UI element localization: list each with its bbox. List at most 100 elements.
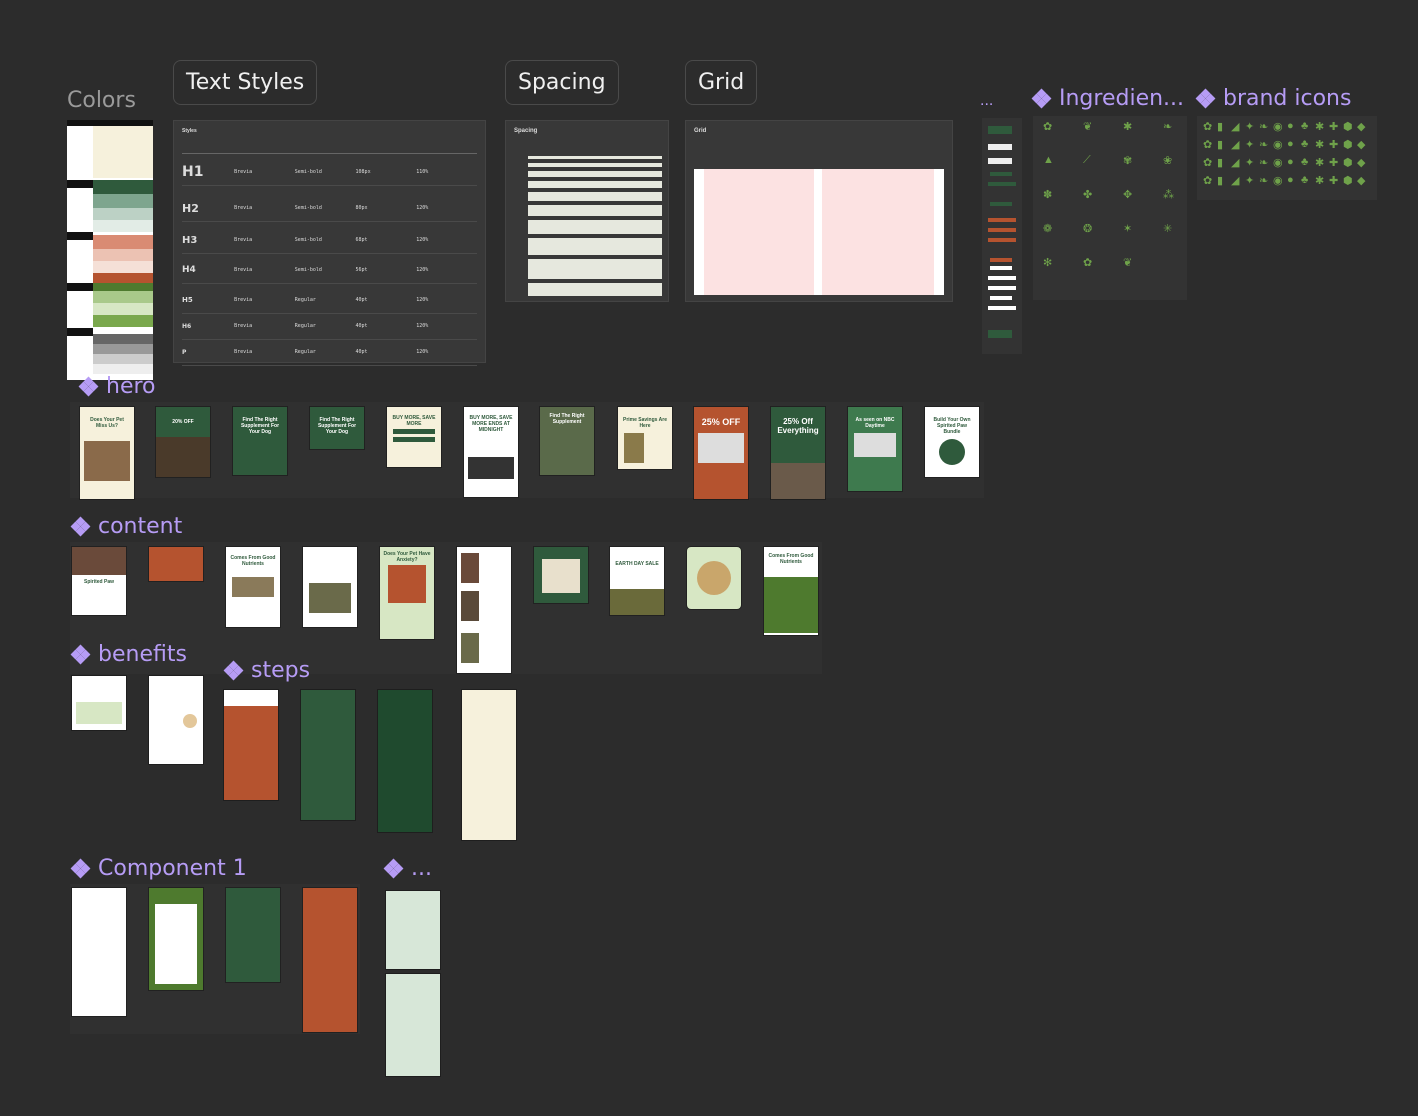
brand-icon[interactable]: ✚ <box>1329 120 1338 133</box>
brand-icons-label[interactable]: brand icons <box>1195 86 1351 111</box>
brand-icons-panel[interactable]: ✿ ▮ ◢ ✦ ❧ ◉ ● ♣ ✱ ✚ ⬢ ◆ ✿ ▮ ◢ ✦ ❧ ◉ ● ♣ ✱ ✚ ⬢ ◆ ✿ ▮ ◢ ✦ ❧ ◉ ● ♣ ✱ ✚ ⬢ ◆ ✿ ▮ ◢ ✦… <box>1197 116 1377 200</box>
brand-icon[interactable]: ⬢ <box>1343 120 1353 133</box>
more-top-strip[interactable] <box>982 118 1022 354</box>
ingredients-label[interactable]: Ingredien... <box>1031 86 1184 111</box>
component1-card[interactable] <box>72 888 126 1016</box>
ingredient-icon[interactable]: ❧ <box>1163 120 1172 133</box>
text-style-row[interactable]: H6 Brevia Regular 40pt 120% <box>182 313 477 340</box>
ingredient-icon[interactable]: ✳ <box>1163 222 1172 235</box>
hero-card[interactable]: As seen on NBC Daytime <box>848 407 902 491</box>
content-card[interactable] <box>303 547 357 627</box>
text-style-row[interactable]: H1 Brevia Semi-bold 108px 110% <box>182 159 477 186</box>
ingredient-icon[interactable]: ❦ <box>1123 256 1132 269</box>
spacing-button[interactable]: Spacing <box>505 60 619 105</box>
brand-icon[interactable]: ✦ <box>1245 120 1254 133</box>
brand-icon[interactable]: ♣ <box>1301 138 1308 150</box>
brand-icon[interactable]: ◉ <box>1273 174 1283 187</box>
brand-icon[interactable]: ◆ <box>1357 138 1365 151</box>
brand-icon[interactable]: ✱ <box>1315 156 1324 169</box>
text-styles-button[interactable]: Text Styles <box>173 60 318 105</box>
brand-icon[interactable]: ◢ <box>1231 138 1239 151</box>
more-card[interactable] <box>386 891 440 969</box>
text-style-row[interactable]: H5 Brevia Regular 40pt 120% <box>182 287 477 314</box>
hero-card[interactable]: Prime Savings Are Here <box>618 407 672 469</box>
ingredient-icon[interactable]: ⟋ <box>1083 154 1091 167</box>
content-card[interactable]: Comes From Good Nutrients <box>226 547 280 627</box>
ingredient-icon[interactable]: ❁ <box>1043 222 1052 235</box>
more-bottom-label[interactable]: ... <box>383 856 432 881</box>
ingredient-icon[interactable]: ✤ <box>1083 188 1092 201</box>
more-top-label[interactable]: ... <box>980 92 993 110</box>
hero-card[interactable]: BUY MORE, SAVE MORE ENDS AT MIDNIGHT <box>464 407 518 497</box>
brand-icon[interactable]: ● <box>1287 156 1294 168</box>
brand-icon[interactable]: ◆ <box>1357 156 1365 169</box>
steps-card[interactable] <box>301 690 355 820</box>
hero-card[interactable]: 25% Off Everything <box>771 407 825 499</box>
text-style-row[interactable]: H2 Brevia Semi-bold 80px 120% <box>182 195 477 222</box>
brand-icon[interactable]: ✿ <box>1203 138 1212 151</box>
brand-icon[interactable]: ◢ <box>1231 156 1239 169</box>
text-styles-panel[interactable]: Styles H1 Brevia Semi-bold 108px 110% H2 Brevi… <box>173 120 486 366</box>
steps-card[interactable] <box>378 690 432 832</box>
hero-card[interactable]: Find The Right Supplement For Your Dog <box>233 407 287 475</box>
ingredient-icon[interactable]: ▲ <box>1043 154 1054 166</box>
component1-card[interactable] <box>226 888 280 982</box>
content-card[interactable] <box>457 547 511 673</box>
text-style-row[interactable]: H4 Brevia Semi-bold 56pt 120% <box>182 257 477 284</box>
brand-icon[interactable]: ✱ <box>1315 138 1324 151</box>
ingredient-icon[interactable]: ✱ <box>1123 120 1132 133</box>
brand-icon[interactable]: ◢ <box>1231 120 1239 133</box>
ingredient-icon[interactable]: ✥ <box>1123 188 1132 201</box>
content-label[interactable]: content <box>70 514 182 539</box>
hero-card[interactable]: Does Your Pet Miss Us? <box>80 407 134 499</box>
hero-card[interactable]: Find The Right Supplement <box>540 407 594 475</box>
brand-icon[interactable]: ● <box>1287 138 1294 150</box>
ingredient-icon[interactable]: ✶ <box>1123 222 1132 235</box>
brand-icon[interactable]: ✦ <box>1245 138 1254 151</box>
content-card[interactable]: Spirited Paw <box>72 547 126 615</box>
grid-button[interactable]: Grid <box>685 60 758 105</box>
hero-card[interactable]: 20% OFF <box>156 407 210 477</box>
ingredient-icon[interactable]: ✻ <box>1043 256 1052 269</box>
ingredient-icon[interactable]: ⁂ <box>1163 188 1174 201</box>
brand-icon[interactable]: ♣ <box>1301 120 1308 132</box>
content-card[interactable] <box>149 547 203 581</box>
content-card[interactable]: Does Your Pet Have Anxiety? <box>380 547 434 639</box>
hero-card[interactable]: BUY MORE, SAVE MORE <box>387 407 441 467</box>
ingredient-icon[interactable]: ❦ <box>1083 120 1092 133</box>
component1-card[interactable] <box>303 888 357 1032</box>
brand-icon[interactable]: ❧ <box>1259 138 1268 151</box>
brand-icon[interactable]: ◆ <box>1357 174 1365 187</box>
content-card[interactable]: Comes From Good Nutrients <box>764 547 818 635</box>
hero-card[interactable]: Build Your Own Spirited Paw Bundle <box>925 407 979 477</box>
brand-icon[interactable]: ✿ <box>1203 120 1212 133</box>
brand-icon[interactable]: ✿ <box>1203 156 1212 169</box>
brand-icon[interactable]: ✱ <box>1315 120 1324 133</box>
brand-icon[interactable]: ◉ <box>1273 138 1283 151</box>
ingredient-icon[interactable]: ✽ <box>1043 188 1052 201</box>
brand-icon[interactable]: ✚ <box>1329 138 1338 151</box>
brand-icon[interactable]: ✦ <box>1245 156 1254 169</box>
brand-icon[interactable]: ● <box>1287 120 1294 132</box>
steps-card[interactable] <box>224 690 278 800</box>
component1-card[interactable] <box>149 888 203 990</box>
brand-icon[interactable]: ⬢ <box>1343 156 1353 169</box>
brand-icon[interactable]: ❧ <box>1259 120 1268 133</box>
brand-icon[interactable]: ✚ <box>1329 156 1338 169</box>
brand-icon[interactable]: ▮ <box>1217 120 1223 133</box>
benefits-label[interactable]: benefits <box>70 642 187 667</box>
brand-icon[interactable]: ▮ <box>1217 138 1223 151</box>
brand-icon[interactable]: ✚ <box>1329 174 1338 187</box>
brand-icon[interactable]: ◉ <box>1273 120 1283 133</box>
text-style-row[interactable]: P Brevia Regular 40pt 120% <box>182 339 477 366</box>
brand-icon[interactable]: ⬢ <box>1343 138 1353 151</box>
ingredient-icon[interactable]: ❂ <box>1083 222 1092 235</box>
content-card[interactable] <box>534 547 588 603</box>
benefits-card[interactable] <box>149 676 203 764</box>
brand-icon[interactable]: ✦ <box>1245 174 1254 187</box>
brand-icon[interactable]: ❧ <box>1259 156 1268 169</box>
content-card[interactable] <box>687 547 741 609</box>
benefits-card[interactable] <box>72 676 126 730</box>
component1-label[interactable]: Component 1 <box>70 856 247 881</box>
brand-icon[interactable]: ❧ <box>1259 174 1268 187</box>
